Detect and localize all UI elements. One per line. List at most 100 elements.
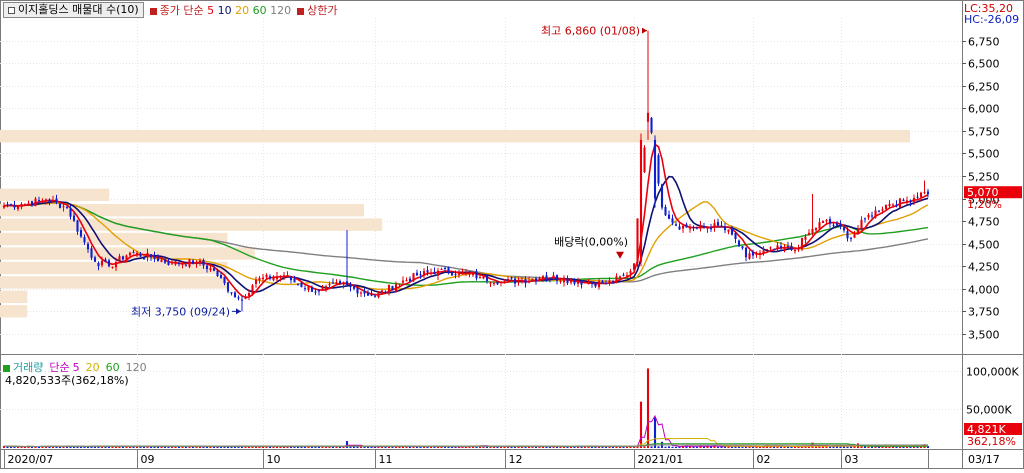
candle-body xyxy=(405,280,408,282)
candle-body xyxy=(303,288,307,290)
candle-body xyxy=(527,280,531,283)
candle-body xyxy=(72,215,76,221)
candle-body xyxy=(496,281,499,285)
volume-bar xyxy=(716,446,720,448)
candle-body xyxy=(167,261,170,265)
candle-body xyxy=(699,224,702,229)
candle-body xyxy=(408,278,412,282)
candle-body xyxy=(419,274,422,276)
candle-body xyxy=(6,204,9,206)
limit-label: 상한가 xyxy=(307,4,338,17)
volume-bar xyxy=(265,446,268,448)
candle-body xyxy=(877,210,881,212)
candle-body xyxy=(184,265,188,267)
candle-body xyxy=(926,191,930,195)
candle-body xyxy=(401,280,405,283)
candle-body xyxy=(636,218,639,263)
volume-bar xyxy=(664,446,667,448)
stock-chart-svg[interactable]: 6,7506,5006,2506,0005,7505,5005,2505,000… xyxy=(0,0,1024,469)
candle-body xyxy=(55,198,58,203)
price-tick-label: 5,500 xyxy=(968,148,1000,161)
candle-body xyxy=(573,280,576,284)
candle-body xyxy=(902,199,905,201)
candle-body xyxy=(268,276,272,279)
candle-body xyxy=(216,270,219,276)
candle-body xyxy=(433,271,436,275)
candle-body xyxy=(905,200,909,203)
candle-body xyxy=(650,117,653,133)
candle-body xyxy=(730,228,734,235)
candle-body xyxy=(762,250,765,253)
candle-body xyxy=(643,147,646,173)
volume-bar xyxy=(695,446,699,448)
candle-body xyxy=(716,222,720,226)
candle-body xyxy=(713,223,716,228)
candle-body xyxy=(65,207,69,209)
candle-body xyxy=(16,206,20,209)
candle-body xyxy=(23,203,27,205)
candle-body xyxy=(569,279,573,283)
candle-body xyxy=(429,272,433,274)
candle-body xyxy=(174,261,177,265)
volume-bar xyxy=(639,401,643,448)
candle-body xyxy=(111,266,114,268)
candle-body xyxy=(562,278,566,283)
candle-body xyxy=(534,278,538,281)
candle-body xyxy=(97,263,100,267)
candle-body xyxy=(888,203,891,207)
date-tick-label: 03/17 xyxy=(968,453,1000,466)
stock-title-box[interactable]: 이지홀딩스 매물대 수(10) xyxy=(3,2,144,18)
candle-body xyxy=(338,281,342,284)
candle-body xyxy=(237,297,240,299)
candle-body xyxy=(244,297,247,299)
candle-body xyxy=(149,254,153,258)
candle-body xyxy=(678,226,681,230)
candle-body xyxy=(153,255,156,259)
candle-body xyxy=(296,284,300,286)
candle-body xyxy=(727,229,730,232)
candle-body xyxy=(566,279,569,284)
limit-legend[interactable]: 상한가 xyxy=(297,2,338,18)
date-tick-label: 12 xyxy=(509,453,523,466)
candle-body xyxy=(345,281,349,286)
volume-bar xyxy=(692,446,695,448)
candle-body xyxy=(779,245,783,249)
candle-body xyxy=(846,231,849,239)
candle-body xyxy=(818,222,821,229)
candle-body xyxy=(282,275,286,278)
candle-body xyxy=(629,271,632,274)
candle-body xyxy=(230,292,233,294)
candle-body xyxy=(310,287,314,292)
candle-body xyxy=(548,277,552,279)
low-annotation: 최저 3,750 (09/24) xyxy=(131,305,230,318)
candle-body xyxy=(44,199,48,202)
candle-body xyxy=(702,226,706,228)
candle-body xyxy=(744,247,748,258)
candle-body xyxy=(198,260,202,262)
candle-body xyxy=(807,232,811,236)
candle-body xyxy=(300,282,303,288)
candle-body xyxy=(723,226,727,231)
candle-body xyxy=(471,272,475,276)
candle-body xyxy=(342,282,345,285)
candle-body xyxy=(135,252,139,255)
volume-bar xyxy=(657,446,660,448)
candle-body xyxy=(450,272,454,276)
candle-body xyxy=(580,280,583,285)
candle-body xyxy=(685,224,688,228)
candle-body xyxy=(163,259,167,263)
candle-body xyxy=(275,276,279,280)
volume-bar xyxy=(860,446,863,448)
price-tick-label: 5,750 xyxy=(968,126,1000,139)
candle-body xyxy=(317,290,321,292)
candle-body xyxy=(104,259,107,262)
candle-body xyxy=(398,283,401,285)
candle-body xyxy=(814,227,818,231)
volume-bar xyxy=(643,446,646,448)
volume-profile-bar xyxy=(0,276,228,289)
candle-body xyxy=(695,227,699,229)
ma-legend[interactable]: 종가 단순 5 10 20 60 120 xyxy=(149,2,291,18)
volume-bar xyxy=(286,446,289,448)
candle-body xyxy=(478,277,482,279)
volume-bar xyxy=(202,446,205,448)
